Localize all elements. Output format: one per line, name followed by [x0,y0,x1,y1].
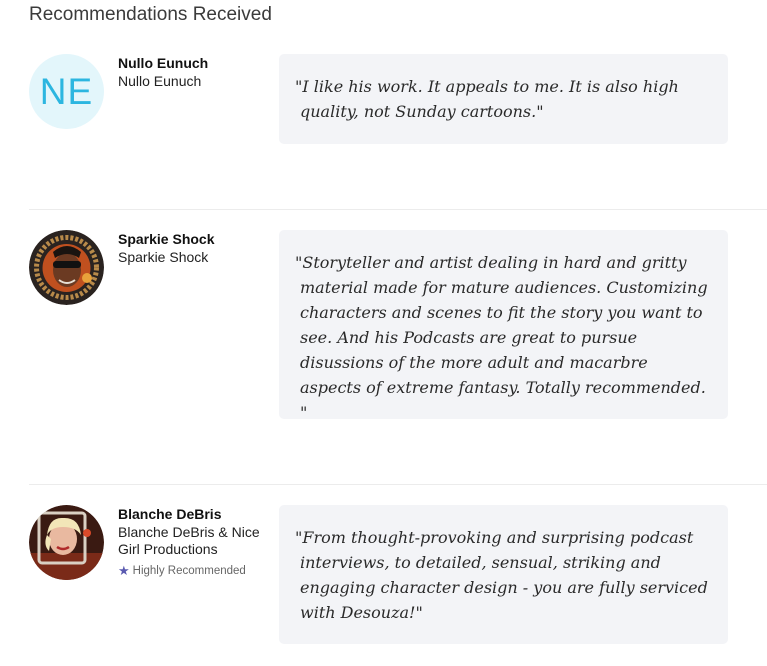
quote-box: "From thought-provoking and surprising p… [279,505,728,644]
recommender-name[interactable]: Blanche DeBris [118,506,221,522]
divider [29,209,767,210]
avatar[interactable]: NE [29,54,104,129]
recommender-subtitle: Blanche DeBris & Nice Girl Productions [118,524,260,557]
recommender-subtitle: Sparkie Shock [118,249,209,265]
divider [29,484,767,485]
quote-box: "I like his work. It appeals to me. It i… [279,54,728,144]
highly-recommended-badge: ★ Highly Recommended [118,563,246,579]
star-icon: ★ [118,563,130,578]
recommender-name[interactable]: Sparkie Shock [118,231,215,247]
avatar[interactable] [29,230,104,305]
recommendation-quote: "From thought-provoking and surprising p… [295,528,708,622]
recommender-subtitle: Nullo Eunuch [118,73,202,89]
quote-box: "Storyteller and artist dealing in hard … [279,230,728,422]
avatar-image [29,230,104,305]
recommendation-quote: "I like his work. It appeals to me. It i… [295,77,679,121]
section-title: Recommendations Received [29,4,272,25]
recommendation-quote: "Storyteller and artist dealing in hard … [295,253,708,422]
avatar[interactable] [29,505,104,580]
badge-label: Highly Recommended [132,565,246,577]
avatar-image [29,505,104,580]
recommender-name[interactable]: Nullo Eunuch [118,55,208,71]
avatar-initials: NE [39,70,94,112]
